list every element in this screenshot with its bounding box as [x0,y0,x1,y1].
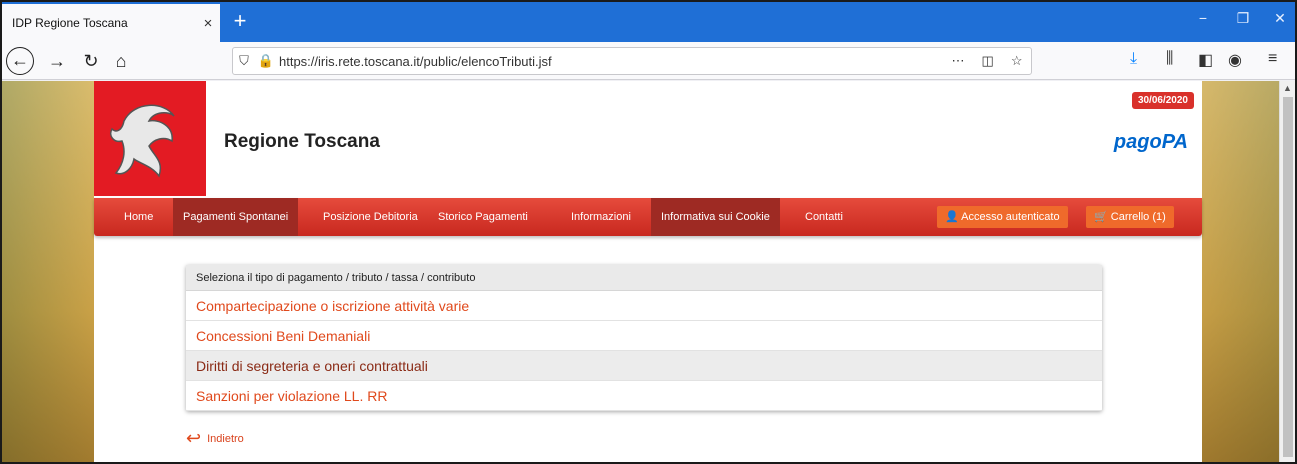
login-button[interactable]: 👤 Accesso autenticato [937,206,1068,228]
pocket-icon[interactable]: ◫ [982,53,994,69]
browser-window: IDP Regione Toscana × + − ❐ ✕ ← → ↻ ⌂ ⛉ … [0,0,1297,464]
scrollbar-thumb[interactable] [1283,97,1293,457]
page-actions-icon[interactable]: ⋯ [952,53,965,69]
url-text[interactable]: https://iris.rete.toscana.it/public/elen… [277,54,943,69]
close-window-icon[interactable]: ✕ [1265,10,1295,27]
page-background: Regione Toscana 30/06/2020 pagoPA Home P… [2,81,1283,462]
cart-label: Carrello (1) [1110,211,1166,223]
forward-icon[interactable]: → [42,46,72,76]
menu-posizione-debitoria[interactable]: Posizione Debitoria [313,198,428,236]
new-tab-icon[interactable]: + [228,8,252,36]
tab-title: IDP Regione Toscana [12,16,128,30]
lock-icon[interactable]: 🔒 [255,53,277,69]
browser-tab[interactable]: IDP Regione Toscana × [2,4,220,42]
library-icon[interactable]: ⫼ [1166,50,1173,68]
payment-type-panel: Seleziona il tipo di pagamento / tributo… [186,265,1102,411]
user-icon: 👤 [945,211,959,223]
scroll-up-icon[interactable]: ▲ [1283,83,1292,93]
menu-informazioni[interactable]: Informazioni [561,198,641,236]
shield-icon[interactable]: ⛉ [233,53,255,69]
menu-pagamenti-spontanei[interactable]: Pagamenti Spontanei [173,198,299,236]
sidebar-icon[interactable]: ◧ [1198,50,1213,70]
menu-informativa-cookie[interactable]: Informativa sui Cookie [651,198,780,236]
account-icon[interactable]: ◉ [1228,50,1242,70]
payment-type-row[interactable]: Concessioni Beni Demaniali [186,321,1102,351]
payment-type-row[interactable]: Diritti di segreteria e oneri contrattua… [186,351,1102,381]
bookmark-star-icon[interactable]: ☆ [1011,53,1023,69]
menu-contatti[interactable]: Contatti [795,198,853,236]
login-label: Accesso autenticato [961,211,1060,223]
cart-icon: 🛒 [1094,211,1108,223]
reload-icon[interactable]: ↻ [76,46,106,76]
site-header: Regione Toscana 30/06/2020 pagoPA [94,81,1202,196]
payment-type-row[interactable]: Compartecipazione o iscrizione attività … [186,291,1102,321]
panel-heading: Seleziona il tipo di pagamento / tributo… [186,265,1102,291]
cart-button[interactable]: 🛒 Carrello (1) [1086,206,1174,228]
restore-icon[interactable]: ❐ [1228,10,1258,27]
pagopa-logo: pagoPA [1113,131,1188,153]
menu-home[interactable]: Home [114,198,163,236]
site-title: Regione Toscana [224,131,380,152]
tab-bar: IDP Regione Toscana × + − ❐ ✕ [2,2,1295,42]
downloads-icon[interactable]: ⤓ [1130,50,1137,68]
page-container: Regione Toscana 30/06/2020 pagoPA Home P… [94,81,1202,462]
payment-type-row[interactable]: Sanzioni per violazione LL. RR [186,381,1102,411]
regione-toscana-logo[interactable] [94,81,206,196]
menu-icon[interactable]: ≡ [1268,50,1277,68]
minimize-icon[interactable]: − [1188,10,1218,26]
main-menu: Home Pagamenti Spontanei Posizione Debit… [94,198,1202,236]
back-link-label: Indietro [207,432,244,445]
back-icon[interactable]: ← [6,47,34,75]
menu-storico-pagamenti[interactable]: Storico Pagamenti [428,198,538,236]
navigation-toolbar: ← → ↻ ⌂ ⛉ 🔒 https://iris.rete.toscana.it… [2,42,1295,80]
date-badge: 30/06/2020 [1131,92,1194,109]
back-link[interactable]: ↩ Indietro [186,428,244,449]
url-bar[interactable]: ⛉ 🔒 https://iris.rete.toscana.it/public/… [232,47,1032,75]
home-icon[interactable]: ⌂ [106,46,136,76]
back-arrow-icon: ↩ [186,428,202,448]
tab-close-icon[interactable]: × [196,15,220,32]
scrollbar[interactable]: ▲ [1279,81,1295,462]
